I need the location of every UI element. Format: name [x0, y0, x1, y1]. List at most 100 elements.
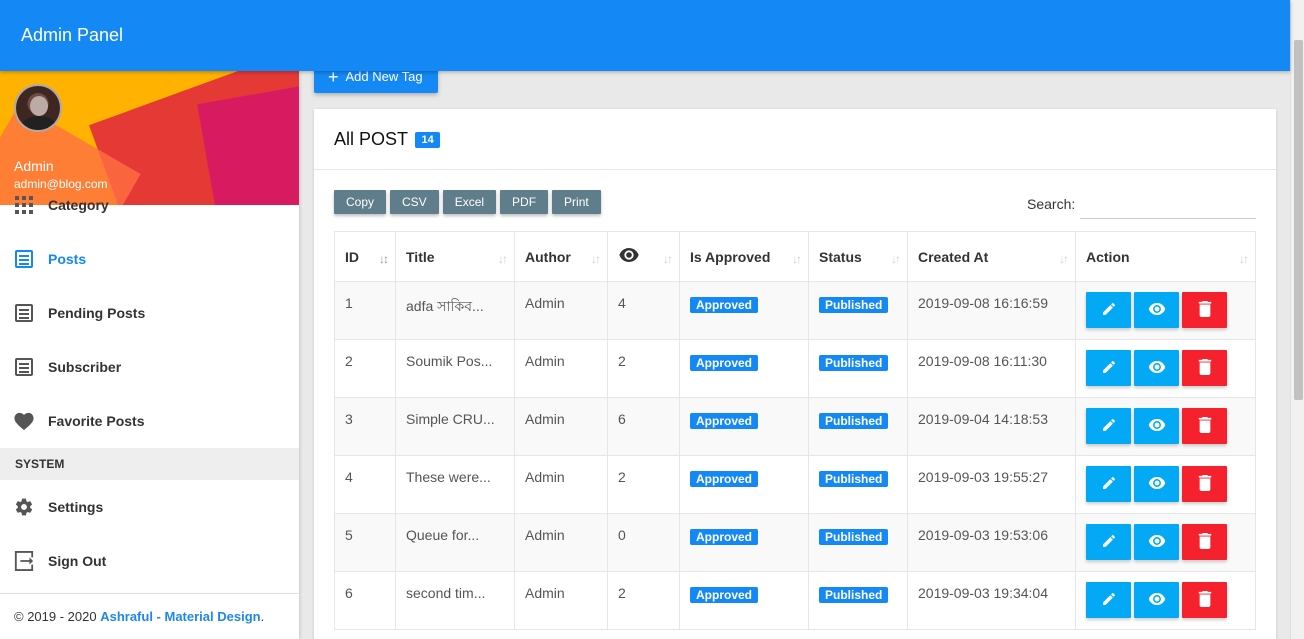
cell-status: Published — [808, 513, 908, 572]
view-button[interactable] — [1134, 582, 1179, 618]
sidebar-item-category[interactable]: Category — [0, 178, 299, 232]
sidebar-item-label: Favorite Posts — [48, 413, 145, 429]
sidebar-item-settings[interactable]: Settings — [0, 480, 299, 534]
sidebar-item-label: Posts — [48, 251, 87, 267]
trash-icon — [1198, 300, 1212, 320]
edit-button[interactable] — [1086, 582, 1131, 618]
csv-button[interactable]: CSV — [390, 190, 439, 214]
cell-author: Admin — [514, 339, 608, 398]
cell-status: Published — [808, 571, 908, 630]
cell-author: Admin — [514, 281, 608, 340]
sidebar-item-label: Settings — [48, 499, 104, 515]
pencil-icon — [1101, 533, 1117, 552]
table-row: 1 adfa সাকিব... Admin 4 Approved Published 201… — [334, 281, 1256, 340]
app-title[interactable]: Admin Panel — [21, 25, 123, 46]
column-header-action[interactable]: Action ↓↑ — [1075, 231, 1256, 282]
copy-button[interactable]: Copy — [334, 190, 387, 214]
cell-views: 2 — [607, 455, 680, 514]
view-button[interactable] — [1134, 350, 1179, 386]
table-row: 3 Simple CRU... Admin 6 Approved Published 201… — [334, 397, 1256, 456]
cell-author: Admin — [514, 397, 608, 456]
sort-icon: ↓↑ — [591, 252, 601, 266]
column-header-is-approved[interactable]: Is Approved ↓↑ — [679, 231, 809, 282]
column-header-id[interactable]: ID ↓↕ — [334, 231, 396, 282]
cell-views: 2 — [607, 339, 680, 398]
cell-author: Admin — [514, 513, 608, 572]
delete-button[interactable] — [1182, 350, 1227, 386]
sort-asc-icon: ↓↕ — [379, 252, 389, 266]
status-badge: Published — [819, 355, 889, 371]
cell-actions — [1075, 571, 1256, 630]
sidebar-item-pending-posts[interactable]: Pending Posts — [0, 286, 299, 340]
list-icon — [13, 248, 35, 270]
sidebar-item-subscriber[interactable]: Subscriber — [0, 340, 299, 394]
view-button[interactable] — [1134, 408, 1179, 444]
cell-actions — [1075, 281, 1256, 340]
cell-id: 4 — [334, 455, 396, 514]
posts-table: ID ↓↕ Title ↓↑ Author ↓↑ ↓↑ Is Approved ↓↑ S… — [334, 231, 1256, 630]
column-header-status[interactable]: Status ↓↑ — [808, 231, 908, 282]
search-input[interactable] — [1080, 192, 1256, 219]
column-header-title[interactable]: Title ↓↑ — [395, 231, 515, 282]
eye-icon — [618, 248, 640, 265]
table-row: 4 These were... Admin 2 Approved Published 201… — [334, 455, 1256, 514]
scrollbar-thumb[interactable] — [1294, 40, 1303, 400]
cell-actions — [1075, 513, 1256, 572]
grid-icon — [13, 194, 35, 216]
sidebar-item-sign-out[interactable]: Sign Out — [0, 534, 299, 588]
column-header-author[interactable]: Author ↓↑ — [514, 231, 608, 282]
cell-approved: Approved — [679, 397, 809, 456]
sidebar: Admin admin@blog.com Category Posts Pend… — [0, 71, 299, 639]
cell-title: second tim... — [395, 571, 515, 630]
print-button[interactable]: Print — [552, 190, 601, 214]
table-row: 2 Soumik Pos... Admin 2 Approved Published 201… — [334, 339, 1256, 398]
footer-link[interactable]: Ashraful - Material Design — [100, 609, 260, 624]
sort-icon: ↓↑ — [792, 252, 802, 266]
eye-icon — [1148, 360, 1166, 376]
cell-status: Published — [808, 339, 908, 398]
post-count-badge: 14 — [415, 132, 440, 148]
pdf-button[interactable]: PDF — [500, 190, 549, 214]
delete-button[interactable] — [1182, 292, 1227, 328]
column-header-views[interactable]: ↓↑ — [607, 231, 680, 282]
edit-button[interactable] — [1086, 466, 1131, 502]
edit-button[interactable] — [1086, 524, 1131, 560]
column-header-created-at[interactable]: Created At ↓↑ — [907, 231, 1076, 282]
eye-icon — [1148, 418, 1166, 434]
eye-icon — [1148, 592, 1166, 608]
view-button[interactable] — [1134, 524, 1179, 560]
gear-icon — [13, 496, 35, 518]
cell-views: 6 — [607, 397, 680, 456]
sidebar-item-posts[interactable]: Posts — [0, 232, 299, 286]
pencil-icon — [1101, 301, 1117, 320]
view-button[interactable] — [1134, 466, 1179, 502]
edit-button[interactable] — [1086, 292, 1131, 328]
excel-button[interactable]: Excel — [442, 190, 497, 214]
cell-id: 3 — [334, 397, 396, 456]
sidebar-item-favorite-posts[interactable]: Favorite Posts — [0, 394, 299, 448]
table-header-row: ID ↓↕ Title ↓↑ Author ↓↑ ↓↑ Is Approved ↓↑ S… — [334, 231, 1256, 282]
cell-author: Admin — [514, 571, 608, 630]
delete-button[interactable] — [1182, 524, 1227, 560]
avatar — [14, 84, 62, 132]
delete-button[interactable] — [1182, 466, 1227, 502]
page-scrollbar[interactable] — [1290, 0, 1304, 639]
sort-icon: ↓↑ — [891, 252, 901, 266]
delete-button[interactable] — [1182, 582, 1227, 618]
cell-id: 5 — [334, 513, 396, 572]
trash-icon — [1198, 532, 1212, 552]
cell-id: 2 — [334, 339, 396, 398]
cell-views: 2 — [607, 571, 680, 630]
delete-button[interactable] — [1182, 408, 1227, 444]
card-header: All POST 14 — [314, 109, 1276, 170]
cell-views: 0 — [607, 513, 680, 572]
cell-status: Published — [808, 455, 908, 514]
edit-button[interactable] — [1086, 350, 1131, 386]
cell-approved: Approved — [679, 571, 809, 630]
view-button[interactable] — [1134, 292, 1179, 328]
approved-badge: Approved — [690, 471, 759, 487]
edit-button[interactable] — [1086, 408, 1131, 444]
sort-icon: ↓↑ — [1059, 252, 1069, 266]
top-navbar: Admin Panel — [0, 0, 1290, 71]
cell-created-at: 2019-09-04 14:18:53 — [907, 397, 1076, 456]
